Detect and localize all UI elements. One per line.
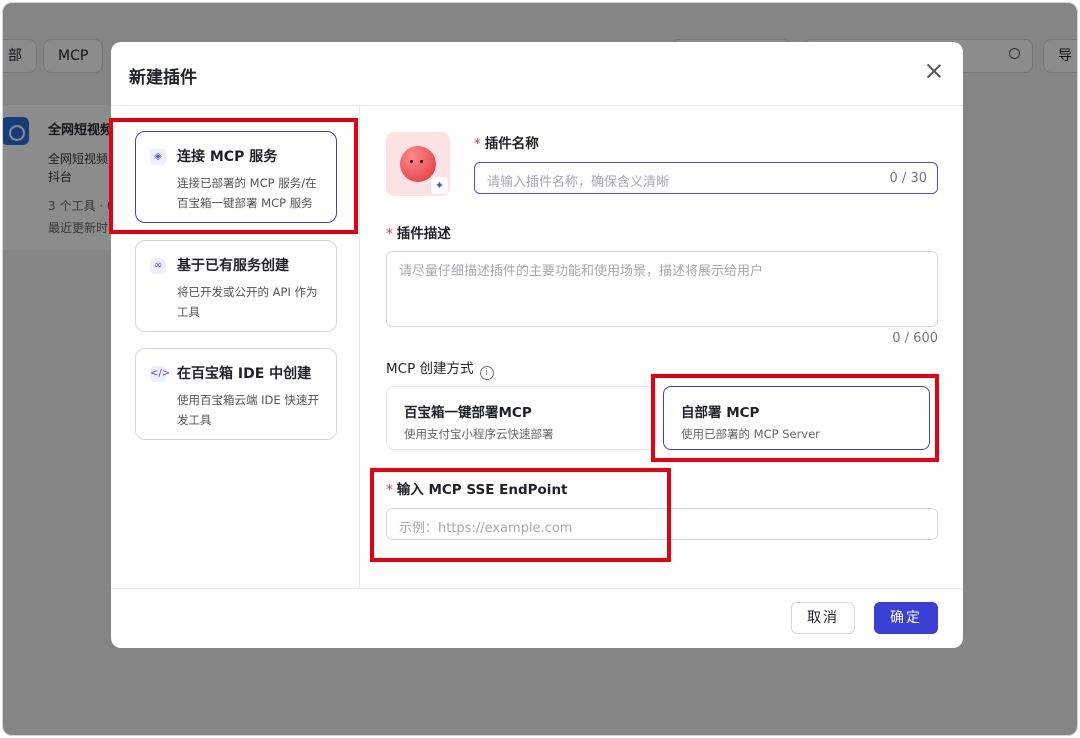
- avatar-image: [400, 146, 436, 182]
- required-mark: *: [386, 226, 393, 242]
- method-desc: 使用支付宝小程序云快速部署: [404, 427, 554, 441]
- method-label: MCP 创建方式 i: [386, 357, 494, 380]
- dialog-title: 新建插件: [129, 68, 197, 88]
- avatar-eye-left: [410, 160, 413, 163]
- option-ide-create[interactable]: </> 在百宝箱 IDE 中创建 使用百宝箱云端 IDE 快速开发工具: [135, 348, 337, 440]
- new-plugin-dialog: 新建插件 ◈ 连接 MCP 服务 连接已部署的 MCP 服务/在百宝箱一键部署 …: [111, 42, 963, 648]
- magic-wand-icon[interactable]: ✦: [431, 177, 448, 194]
- name-label: * 插件名称: [474, 136, 539, 152]
- desc-label: * 插件描述: [386, 226, 451, 242]
- method-title: 自部署 MCP: [681, 405, 760, 421]
- info-icon[interactable]: i: [479, 366, 494, 380]
- option-title: 在百宝箱 IDE 中创建: [177, 366, 312, 382]
- option-desc: 使用百宝箱云端 IDE 快速开发工具: [177, 393, 319, 427]
- option-title: 连接 MCP 服务: [177, 149, 278, 165]
- endpoint-label: * 输入 MCP SSE EndPoint: [386, 482, 568, 498]
- plugin-form: ✦ * 插件名称 请输入插件名称，确保含义清晰 0 / 30 * 插件描述 请尽量仔…: [361, 106, 963, 588]
- option-desc: 将已开发或公开的 API 作为工具: [177, 285, 318, 319]
- endpoint-input[interactable]: 示例：https://example.com: [386, 508, 938, 540]
- confirm-button[interactable]: 确定: [874, 602, 938, 634]
- name-placeholder: 请输入插件名称，确保含义清晰: [487, 175, 670, 190]
- avatar-eye-right: [420, 160, 423, 163]
- method-title: 百宝箱一键部署MCP: [404, 405, 532, 421]
- option-connect-mcp[interactable]: ◈ 连接 MCP 服务 连接已部署的 MCP 服务/在百宝箱一键部署 MCP 服…: [135, 131, 337, 223]
- required-mark: *: [386, 482, 393, 498]
- name-char-count: 0 / 30: [889, 171, 927, 186]
- link-icon: ∞: [150, 258, 166, 274]
- desc-char-count: 0 / 600: [892, 331, 938, 346]
- code-icon: </>: [150, 366, 170, 382]
- option-title: 基于已有服务创建: [177, 258, 289, 274]
- method-self-deploy[interactable]: 自部署 MCP 使用已部署的 MCP Server: [663, 386, 930, 450]
- close-icon[interactable]: [923, 60, 945, 82]
- plugin-avatar[interactable]: ✦: [386, 132, 450, 196]
- required-mark: *: [474, 136, 481, 152]
- option-desc: 连接已部署的 MCP 服务/在百宝箱一键部署 MCP 服务: [177, 176, 317, 210]
- endpoint-placeholder: 示例：https://example.com: [399, 521, 573, 536]
- option-existing-service[interactable]: ∞ 基于已有服务创建 将已开发或公开的 API 作为工具: [135, 240, 337, 332]
- plugin-name-input[interactable]: 请输入插件名称，确保含义清晰 0 / 30: [474, 162, 938, 194]
- cancel-button[interactable]: 取消: [791, 602, 855, 634]
- dialog-footer: 取消 确定: [111, 588, 963, 648]
- layers-icon: ◈: [150, 149, 166, 165]
- method-one-click-deploy[interactable]: 百宝箱一键部署MCP 使用支付宝小程序云快速部署: [386, 386, 656, 450]
- desc-placeholder: 请尽量仔细描述插件的主要功能和使用场景，描述将展示给用户: [399, 264, 764, 279]
- plugin-desc-textarea[interactable]: 请尽量仔细描述插件的主要功能和使用场景，描述将展示给用户: [386, 251, 938, 327]
- method-desc: 使用已部署的 MCP Server: [681, 427, 820, 441]
- plugin-type-sidebar: ◈ 连接 MCP 服务 连接已部署的 MCP 服务/在百宝箱一键部署 MCP 服…: [111, 106, 360, 588]
- dialog-header: 新建插件: [111, 42, 963, 106]
